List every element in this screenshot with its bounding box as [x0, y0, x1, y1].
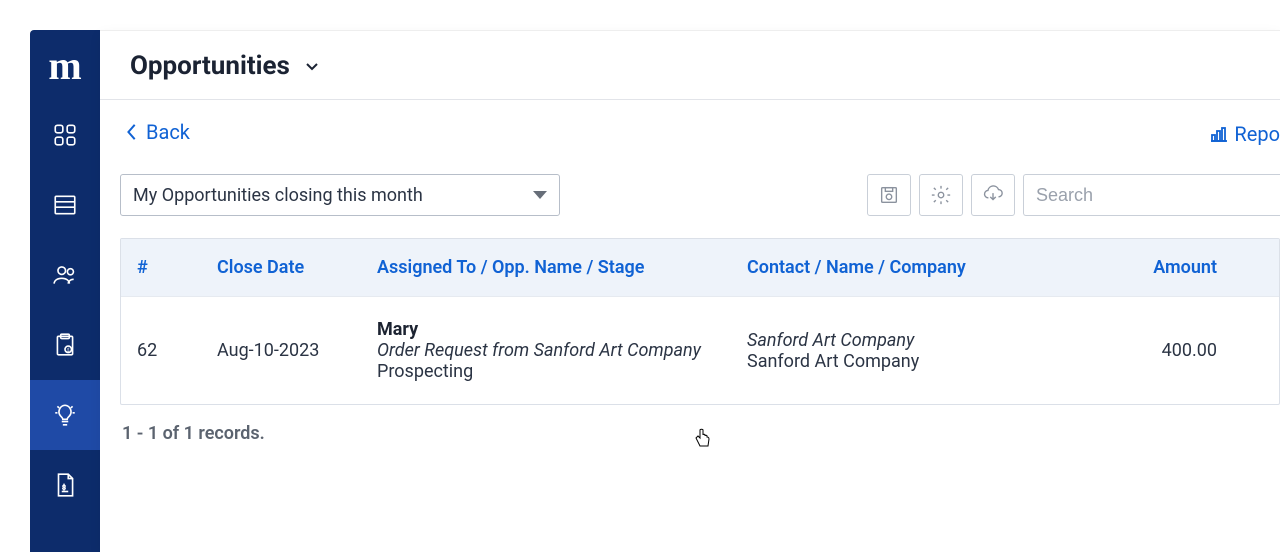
page-title[interactable]: Opportunities: [130, 51, 320, 81]
gear-icon: [930, 184, 952, 206]
filter-dropdown[interactable]: My Opportunities closing this month: [120, 174, 560, 216]
app-logo: m: [30, 30, 100, 100]
report-label: Repo: [1234, 122, 1280, 146]
company-name: Sanford Art Company: [747, 351, 1077, 372]
content-area: Back Repo My Opportunities closing this …: [100, 100, 1280, 552]
cloud-download-icon: [982, 184, 1004, 206]
back-label: Back: [146, 120, 190, 144]
report-link[interactable]: Repo: [1210, 122, 1280, 146]
lightbulb-icon: [52, 402, 78, 428]
nav-billing[interactable]: $: [30, 310, 100, 380]
nav-invoices[interactable]: $: [30, 450, 100, 520]
cell-amount: 400.00: [1077, 340, 1217, 361]
nav-tables[interactable]: [30, 170, 100, 240]
page-title-text: Opportunities: [130, 51, 290, 81]
settings-button[interactable]: [919, 174, 963, 216]
nav-dashboard[interactable]: [30, 100, 100, 170]
cell-close-date: Aug-10-2023: [217, 340, 377, 361]
export-button[interactable]: [971, 174, 1015, 216]
table-row[interactable]: 62 Aug-10-2023 Mary Order Request from S…: [121, 296, 1279, 404]
main-content: Opportunities Back Repo My Opportunities…: [100, 30, 1280, 552]
col-header-assigned[interactable]: Assigned To / Opp. Name / Stage: [377, 257, 747, 278]
search-input[interactable]: [1023, 174, 1280, 216]
cell-contact: Sanford Art Company Sanford Art Company: [747, 330, 1077, 372]
cell-assigned: Mary Order Request from Sanford Art Comp…: [377, 319, 747, 382]
contact-name: Sanford Art Company: [747, 330, 1077, 351]
table-icon: [52, 192, 78, 218]
col-header-close-date[interactable]: Close Date: [217, 257, 377, 278]
chevron-down-icon[interactable]: [304, 58, 320, 74]
page-header: Opportunities: [100, 31, 1280, 100]
save-icon: [878, 184, 900, 206]
caret-down-icon: [533, 191, 547, 199]
opportunities-table: # Close Date Assigned To / Opp. Name / S…: [120, 238, 1280, 405]
stage: Prospecting: [377, 361, 747, 382]
assigned-to: Mary: [377, 319, 747, 340]
users-icon: [52, 262, 78, 288]
grid-icon: [52, 122, 78, 148]
bar-chart-icon: [1210, 126, 1228, 142]
document-dollar-icon: $: [52, 472, 78, 498]
col-header-contact[interactable]: Contact / Name / Company: [747, 257, 1077, 278]
col-header-amount[interactable]: Amount: [1077, 257, 1217, 278]
sidebar: m $ $: [30, 30, 100, 552]
toolbar: My Opportunities closing this month: [120, 174, 1280, 216]
nav-contacts[interactable]: [30, 240, 100, 310]
save-view-button[interactable]: [867, 174, 911, 216]
col-header-idx[interactable]: #: [137, 257, 217, 278]
svg-text:$: $: [62, 483, 66, 491]
filter-label: My Opportunities closing this month: [133, 185, 423, 206]
chevron-left-icon: [126, 123, 138, 141]
clipboard-dollar-icon: $: [52, 332, 78, 358]
cell-idx: 62: [137, 340, 217, 361]
opportunity-name: Order Request from Sanford Art Company: [377, 340, 747, 361]
pagination-text: 1 - 1 of 1 records.: [120, 423, 1280, 444]
nav-opportunities[interactable]: [30, 380, 100, 450]
table-header: # Close Date Assigned To / Opp. Name / S…: [121, 239, 1279, 296]
back-link[interactable]: Back: [120, 120, 190, 144]
